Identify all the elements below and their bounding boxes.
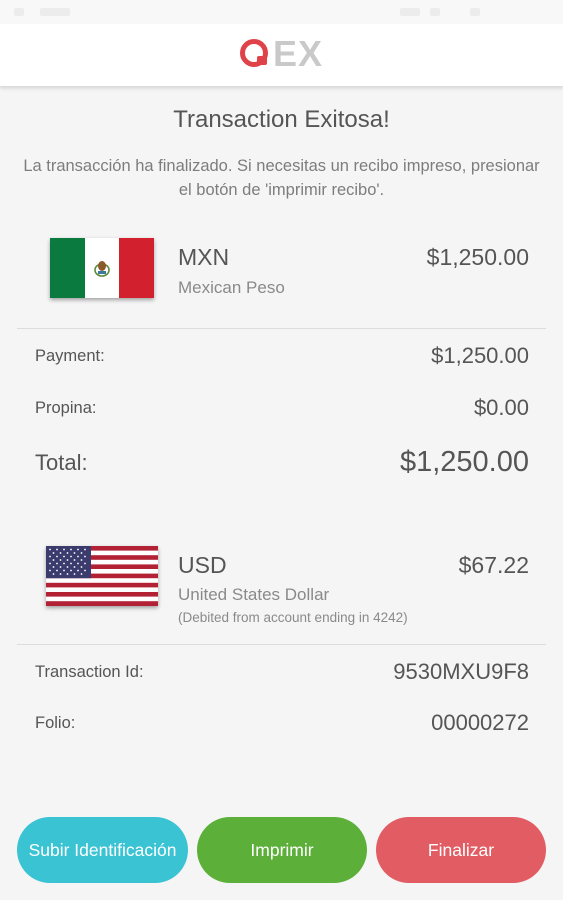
target-currency-code: USD bbox=[178, 552, 227, 578]
logo-text: EX bbox=[273, 33, 324, 74]
status-bar bbox=[0, 0, 563, 24]
divider bbox=[17, 644, 546, 645]
source-currency-amount: $1,250.00 bbox=[426, 244, 529, 270]
divider bbox=[17, 328, 546, 329]
app-header: EX bbox=[0, 24, 563, 87]
status-icon bbox=[40, 8, 70, 16]
print-button[interactable]: Imprimir bbox=[197, 817, 367, 883]
source-currency-code: MXN bbox=[178, 244, 230, 270]
target-currency-amount: $67.22 bbox=[458, 552, 529, 578]
mexico-flag-icon bbox=[50, 238, 154, 298]
status-icon bbox=[400, 8, 420, 16]
status-icon bbox=[14, 8, 24, 16]
folio-value: 00000272 bbox=[431, 710, 529, 735]
total-value: $1,250.00 bbox=[399, 446, 529, 478]
tip-value: $0.00 bbox=[473, 395, 529, 420]
payment-value: $1,250.00 bbox=[431, 343, 529, 368]
page-title: Transaction Exitosa! bbox=[173, 106, 390, 133]
logo-q-icon bbox=[240, 39, 268, 67]
status-icon bbox=[430, 8, 440, 16]
finish-button[interactable]: Finalizar bbox=[376, 817, 546, 883]
transaction-id-label: Transaction Id: bbox=[35, 663, 144, 681]
transaction-id-value: 9530MXU9F8 bbox=[393, 659, 529, 684]
receipt-message: La transacción ha finalizado. Si necesit… bbox=[23, 157, 540, 199]
total-label: Total: bbox=[35, 450, 88, 475]
usa-flag-icon bbox=[46, 546, 158, 606]
debit-note: (Debited from account ending in 4242) bbox=[178, 610, 408, 625]
source-currency-name: Mexican Peso bbox=[178, 278, 285, 297]
target-currency-name: United States Dollar bbox=[178, 585, 330, 604]
status-icon bbox=[470, 8, 480, 16]
upload-id-button[interactable]: Subir Identificación bbox=[17, 817, 188, 883]
payment-label: Payment: bbox=[35, 347, 105, 365]
folio-label: Folio: bbox=[35, 714, 76, 732]
qex-logo: EX bbox=[238, 34, 323, 74]
tip-label: Propina: bbox=[35, 399, 97, 417]
